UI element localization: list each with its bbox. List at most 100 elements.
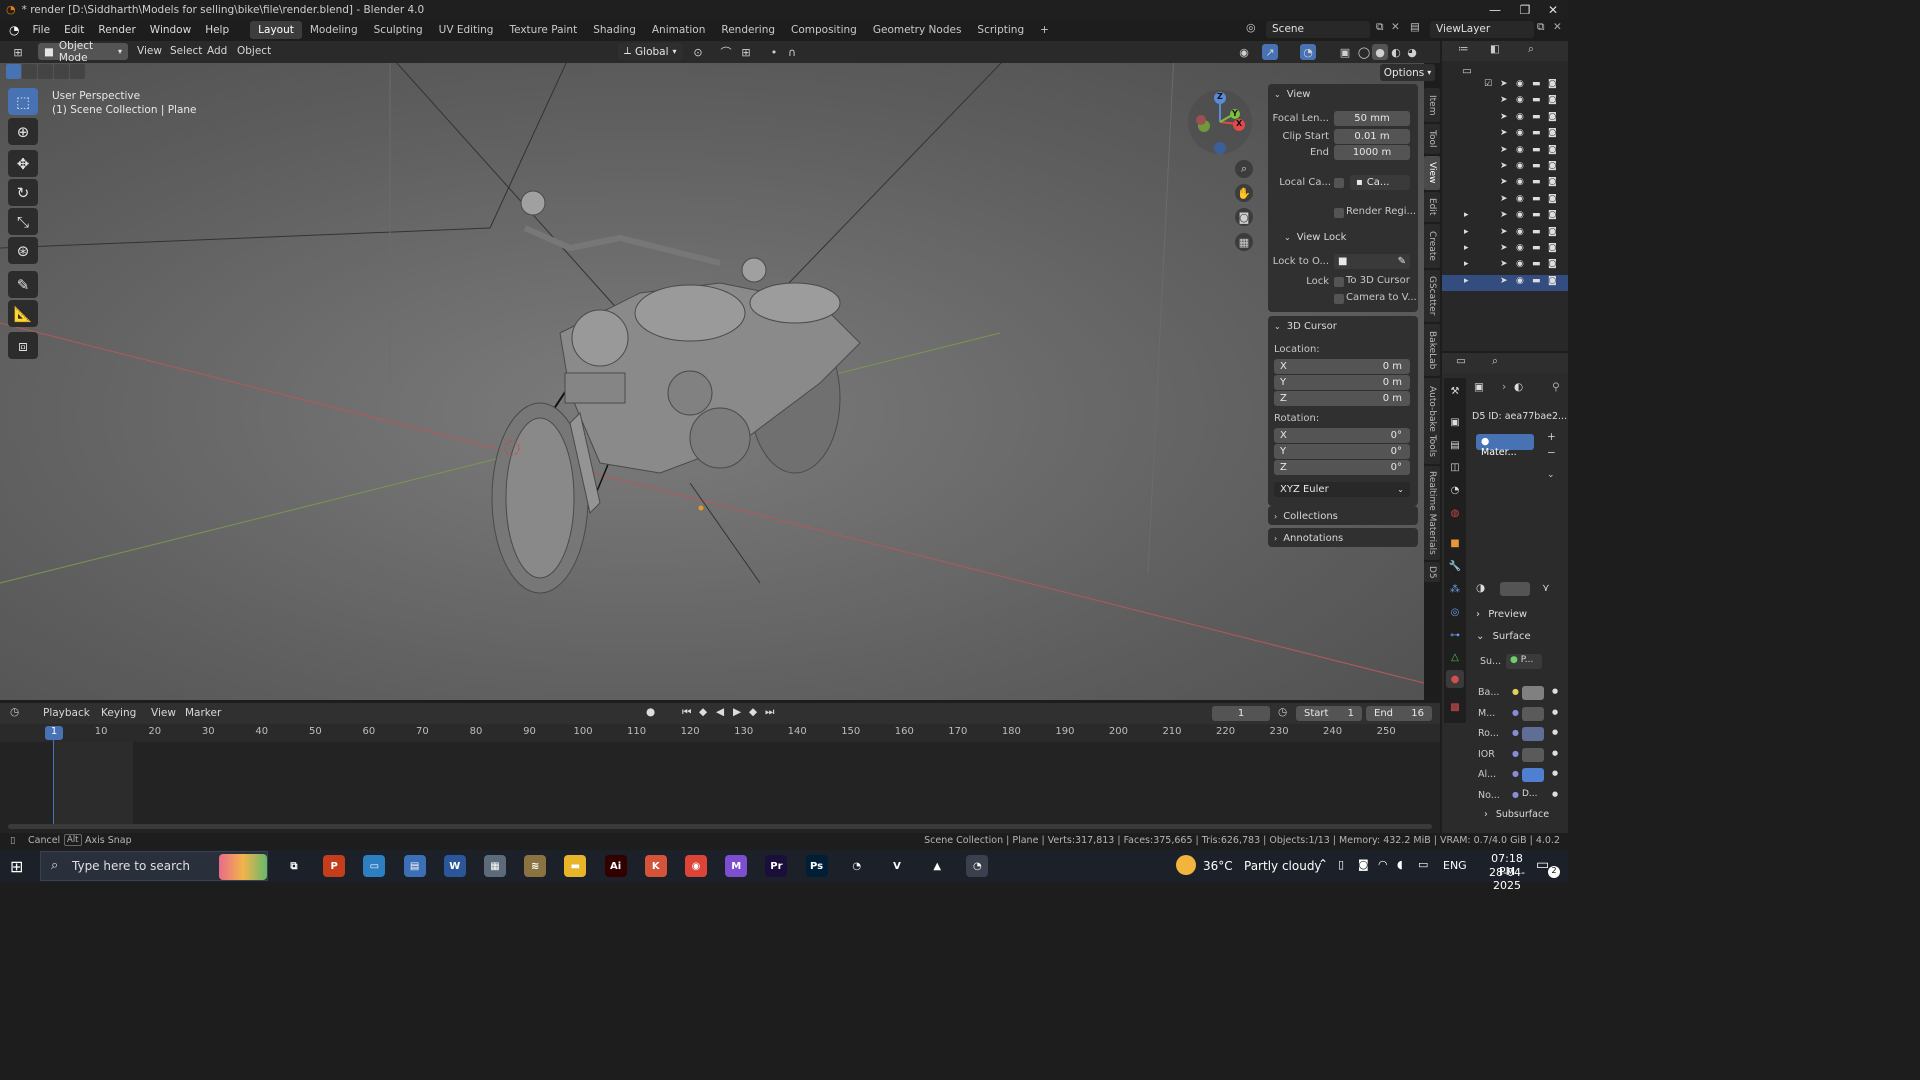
remove-slot-icon[interactable]: − [1547,447,1556,459]
tab-auto-bake-tools[interactable]: Auto-bake Tools [1424,378,1440,464]
outliner-row[interactable]: ➤ ◉ ▬ ◙ [1442,127,1568,143]
tab-d5[interactable]: D5 [1424,562,1440,582]
3d-viewport[interactable] [0,63,1424,700]
constraints-tab-icon[interactable]: ⊶ [1446,626,1464,644]
monitor-icon[interactable]: ▬ [1532,177,1541,187]
navigation-gizmo[interactable]: Z X Y [1188,90,1252,154]
material-tab-icon[interactable]: ● [1446,670,1464,688]
data-tab-icon[interactable]: △ [1446,648,1464,666]
close-button[interactable]: ✕ [1538,0,1568,19]
outliner-row[interactable]: ▸ ➤ ◉ ▬ ◙ [1442,209,1568,225]
weather-desc[interactable]: Partly cloudy [1244,859,1322,873]
visibility-icon[interactable]: ◉ [1236,44,1252,60]
tool-settings-tab-icon[interactable]: ⚒ [1446,382,1464,400]
taskbar-app-vectornator[interactable]: V [886,855,908,877]
taskbar-app-photoshop[interactable]: Ps [805,855,828,877]
rendered-shading-icon[interactable]: ◕ [1404,44,1420,60]
shader-input-row[interactable]: IOR ● ● [1478,747,1564,764]
input-value-swatch[interactable] [1522,706,1544,721]
add-cube-tool-icon[interactable]: ⧈ [8,332,38,359]
measure-tool-icon[interactable]: 📐 [8,300,38,327]
monitor-icon[interactable]: ▬ [1532,128,1541,138]
scale-tool-icon[interactable]: ⤡ [8,208,38,235]
solid-shading-icon[interactable]: ● [1372,44,1388,60]
menu-help[interactable]: Help [198,24,236,36]
tab-geometry-nodes[interactable]: Geometry Nodes [865,21,970,39]
tab-tool[interactable]: Tool [1424,124,1440,154]
viewport-menu-view[interactable]: View [137,45,162,57]
material-name-field[interactable] [1500,582,1530,596]
outliner-row[interactable]: ➤ ◉ ▬ ◙ [1442,144,1568,160]
proportional-edit-icon[interactable]: • [766,44,782,60]
texture-tab-icon[interactable]: ▩ [1446,698,1464,716]
eye-icon[interactable]: ◉ [1516,161,1524,171]
camera-view-icon[interactable]: ◙ [1235,208,1253,226]
object-tab-icon[interactable]: ■ [1446,534,1464,552]
monitor-icon[interactable]: ▬ [1532,243,1541,253]
windows-start-icon[interactable]: ⊞ [10,857,23,876]
monitor-icon[interactable]: ▬ [1532,145,1541,155]
timeline-menu-marker[interactable]: Marker [185,707,221,719]
monitor-icon[interactable]: ▬ [1532,227,1541,237]
ortho-grid-icon[interactable]: ▦ [1235,233,1253,251]
outliner-panel[interactable]: ≔ ◧ ⌕ ▭ ☑ ➤ ◉ ▬ ◙ ➤ ◉ ▬ ◙ ➤ ◉ ▬ ◙ ➤ ◉ ▬ ◙ ➤ ◉ ▬ ◙ ➤ ◉ ▬ ◙ ➤ ◉ ▬ ◙ ➤ ◉ ▬… [1442,41,1568,351]
particles-tab-icon[interactable]: ⁂ [1446,580,1464,598]
minimize-button[interactable]: — [1480,0,1510,19]
select-arrow-icon[interactable]: ➤ [1500,210,1508,220]
monitor-icon[interactable]: ▬ [1532,194,1541,204]
view-layer-icon[interactable]: ▤ [1410,21,1420,33]
tab-scripting[interactable]: Scripting [969,21,1032,39]
cursor-rotation-y[interactable]: Y 0° [1274,444,1410,459]
add-slot-icon[interactable]: + [1547,431,1556,443]
keyframe-dot-icon[interactable]: ● [1552,687,1558,695]
subsurface-section[interactable]: › Subsurface [1484,809,1549,820]
pin-icon[interactable]: ⚲ [1552,381,1560,393]
rotate-tool-icon[interactable]: ↻ [8,179,38,206]
select-arrow-icon[interactable]: ➤ [1500,177,1508,187]
camera-render-icon[interactable]: ◙ [1548,227,1557,237]
monitor-icon[interactable]: ▬ [1532,210,1541,220]
eye-icon[interactable]: ◉ [1516,210,1524,220]
input-value-swatch[interactable] [1522,686,1544,700]
preview-section[interactable]: › Preview [1476,609,1527,620]
input-value-swatch[interactable]: D... [1522,789,1544,803]
expand-arrow-icon[interactable]: ▸ [1464,227,1469,237]
camera-render-icon[interactable]: ◙ [1548,95,1557,105]
playhead[interactable] [53,726,54,826]
select-extend-icon[interactable] [22,64,37,79]
cursor-location-z[interactable]: Z 0 m [1274,391,1410,406]
render-tab-icon[interactable]: ▣ [1446,413,1464,431]
eye-icon[interactable]: ◉ [1516,194,1524,204]
expand-arrow-icon[interactable]: ▸ [1464,259,1469,269]
surface-shader-field[interactable]: ● P... [1506,654,1542,669]
play-reverse-icon[interactable]: ◀ [716,706,724,718]
jump-end-icon[interactable]: ⏭ [765,706,774,719]
socket-icon[interactable]: ● [1512,708,1519,717]
restore-button[interactable]: ❐ [1510,0,1540,19]
scene-selector[interactable]: Scene [1266,21,1370,38]
outliner-row[interactable]: ➤ ◉ ▬ ◙ [1442,193,1568,209]
monitor-icon[interactable]: ▬ [1532,259,1541,269]
falloff-icon[interactable]: ∩ [784,44,800,60]
tab-realtime-materials[interactable]: Realtime Materials [1424,466,1440,560]
eye-icon[interactable]: ◉ [1516,79,1524,89]
properties-editor-icon[interactable]: ▭ [1456,355,1466,367]
chevron-down-icon[interactable]: ⌄ [1547,470,1555,480]
socket-icon[interactable]: ● [1512,728,1519,737]
taskbar-app-blender-active[interactable]: ◔ [966,855,989,877]
output-tab-icon[interactable]: ▤ [1446,436,1464,454]
next-keyframe-icon[interactable]: ◆ [749,706,757,718]
eye-icon[interactable]: ◉ [1516,112,1524,122]
outliner-row[interactable]: ▸ ➤ ◉ ▬ ◙ [1442,242,1568,258]
taskbar-app-vlc[interactable]: ▲ [926,855,949,877]
socket-icon[interactable]: ● [1512,749,1519,758]
modifier-tab-icon[interactable]: 🔧 [1446,557,1464,575]
language-indicator[interactable]: ENG [1443,859,1467,872]
clip-end-field[interactable]: 1000 m [1334,145,1410,160]
move-tool-icon[interactable]: ✥ [8,150,38,177]
tab-texture-paint[interactable]: Texture Paint [501,21,585,39]
shader-input-row[interactable]: M... ● ● [1478,706,1564,723]
transform-orientation-selector[interactable]: ⟂ Global ▾ [618,43,683,60]
camera-render-icon[interactable]: ◙ [1548,243,1557,253]
taskbar-app-premiere[interactable]: Pr [765,855,788,877]
